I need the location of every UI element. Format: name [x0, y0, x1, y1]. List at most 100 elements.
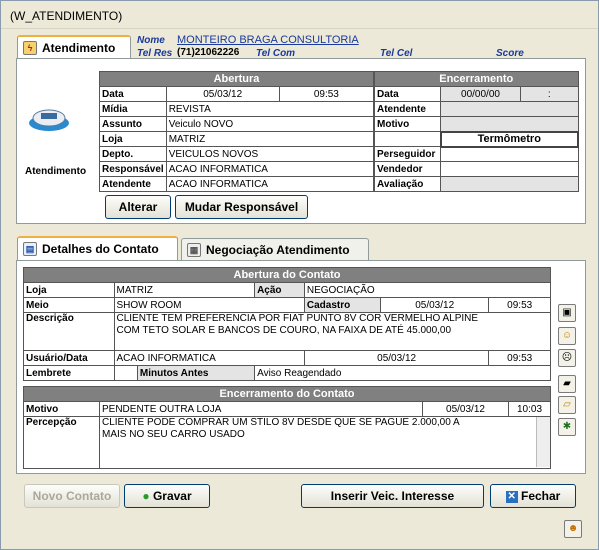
car-icon[interactable]: ▰ [558, 375, 576, 393]
gravar-button[interactable]: ● Gravar [124, 484, 210, 508]
contato-loja-value[interactable]: MATRIZ [113, 282, 256, 298]
cadastro-label: Cadastro [303, 297, 382, 313]
midia-label: Mídia [99, 101, 167, 117]
telres-value: (71)21062226 [177, 47, 240, 58]
atendimento-label: Atendimento [25, 166, 87, 177]
tab-atendimento-label: Atendimento [42, 41, 116, 55]
data-label: Data [99, 86, 167, 102]
responsavel-value[interactable]: ACAO INFORMATICA [165, 161, 375, 177]
percepcao-line-2: MAIS NO SEU CARRO USADO [102, 429, 245, 440]
meio-value[interactable]: SHOW ROOM [113, 297, 305, 313]
tab-negociacao-label: Negociação Atendimento [206, 243, 350, 257]
atendente-value[interactable]: ACAO INFORMATICA [165, 176, 375, 192]
abertura-hora[interactable]: 09:53 [278, 86, 375, 102]
lembrete-checkbox[interactable] [113, 365, 138, 381]
motivo-label: Motivo [23, 401, 100, 417]
perseguidor-label: Perseguidor [374, 146, 441, 162]
perseguidor-value[interactable] [440, 146, 579, 162]
motivo-value[interactable]: PENDENTE OUTRA LOJA [99, 401, 423, 417]
atendente-label: Atendente [99, 176, 167, 192]
enc-motivo-label: Motivo [374, 116, 441, 132]
vendedor-label: Vendedor [374, 161, 441, 177]
usuario-value[interactable]: ACAO INFORMATICA [113, 350, 305, 366]
enc-data-label: Data [374, 86, 441, 102]
smiley-icon[interactable]: ☺ [558, 327, 576, 345]
save-icon: ● [142, 489, 153, 503]
lightning-icon: ϟ [23, 41, 37, 55]
encerramento-contato-table: Encerramento do Contato Motivo PENDENTE O… [23, 386, 551, 469]
folder-icon[interactable]: ▣ [558, 304, 576, 322]
percepcao-textarea[interactable]: CLIENTE PODE COMPRAR UM STILO 8V DESDE Q… [99, 416, 551, 469]
motivo-data[interactable]: 05/03/12 [422, 401, 509, 417]
contato-loja-label: Loja [23, 282, 115, 298]
abertura-header: Abertura [99, 71, 374, 87]
avaliacao-value[interactable] [440, 176, 579, 192]
cadastro-hora[interactable]: 09:53 [488, 297, 551, 313]
tab-negociacao[interactable]: ▦ Negociação Atendimento [181, 238, 369, 260]
mudar-responsavel-button[interactable]: Mudar Responsável [175, 195, 308, 219]
encerramento-header: Encerramento [374, 71, 579, 87]
enc-data[interactable]: 00/00/00 [440, 86, 521, 102]
loja-value[interactable]: MATRIZ [165, 131, 375, 147]
acao-value[interactable]: NEGOCIAÇÃO [303, 282, 552, 298]
title-bar: (W_ATENDIMENTO) [1, 1, 598, 29]
contato-panel: Abertura do Contato Loja MATRIZ Ação NEGOCI… [16, 260, 586, 474]
termometro-header: Termômetro [439, 130, 579, 148]
avaliacao-label: Avaliação [374, 176, 441, 192]
depto-value[interactable]: VEICULOS NOVOS [165, 146, 375, 162]
enc-atendente-value[interactable] [440, 101, 579, 117]
phone-icon [27, 103, 71, 133]
lembrete-label: Lembrete [23, 365, 115, 381]
responsavel-label: Responsável [99, 161, 167, 177]
customer-name-link[interactable]: MONTEIRO BRAGA CONSULTORIA [177, 34, 359, 46]
fechar-button[interactable]: ✕ Fechar [490, 484, 576, 508]
novo-contato-button[interactable]: Novo Contato [24, 484, 120, 508]
usuario-hora[interactable]: 09:53 [488, 350, 551, 366]
abertura-table: Abertura Data 05/03/12 09:53 Mídia REVISTA … [99, 71, 375, 192]
usuario-label: Usuário/Data [23, 350, 115, 366]
meio-label: Meio [23, 297, 115, 313]
abertura-contato-table: Abertura do Contato Loja MATRIZ Ação NEGOCI… [23, 267, 552, 381]
minutos-value[interactable]: Aviso Reagendado [254, 365, 551, 381]
encerramento-table: Encerramento Data 00/00/00: Atendente Mot… [374, 71, 579, 192]
descricao-textarea[interactable]: CLIENTE TEM PREFERENCIA POR FIAT PUNTO 8… [113, 312, 551, 351]
encerramento-contato-header: Encerramento do Contato [23, 386, 551, 402]
inserir-veic-button[interactable]: Inserir Veic. Interesse [301, 484, 484, 508]
usuario-data[interactable]: 05/03/12 [303, 350, 490, 366]
fechar-label: Fechar [520, 489, 561, 503]
nome-label: Nome [137, 35, 165, 46]
calculator-icon: ▦ [187, 243, 201, 257]
sad-face-icon[interactable]: ☹ [558, 349, 576, 367]
assunto-value[interactable]: Veiculo NOVO [165, 116, 375, 132]
abertura-data[interactable]: 05/03/12 [165, 86, 280, 102]
close-icon: ✕ [505, 490, 518, 503]
midia-value[interactable]: REVISTA [165, 101, 375, 117]
descricao-label: Descrição [23, 312, 115, 351]
descricao-line-1: CLIENTE TEM PREFERENCIA POR FIAT PUNTO 8… [116, 313, 479, 325]
bug-icon[interactable]: ✱ [558, 418, 576, 436]
descricao-line-2: COM TETO SOLAR E BANCOS DE COURO, NA FAI… [116, 325, 452, 336]
vendedor-value[interactable] [440, 161, 579, 177]
window-title: (W_ATENDIMENTO) [10, 9, 123, 23]
motivo-hora[interactable]: 10:03 [508, 401, 551, 417]
open-folder-icon[interactable]: ▱ [558, 396, 576, 414]
scrollbar[interactable] [536, 417, 550, 467]
acao-label: Ação [254, 282, 305, 298]
assunto-label: Assunto [99, 116, 167, 132]
alterar-button[interactable]: Alterar [105, 195, 171, 219]
user-icon[interactable]: ☻ [564, 520, 582, 538]
enc-motivo-value[interactable] [440, 116, 579, 132]
depto-label: Depto. [99, 146, 167, 162]
enc-hora[interactable]: : [520, 86, 579, 102]
percepcao-line-1: CLIENTE PODE COMPRAR UM STILO 8V DESDE Q… [102, 417, 460, 429]
cadastro-data[interactable]: 05/03/12 [379, 297, 490, 313]
loja-label: Loja [99, 131, 167, 147]
percepcao-label: Percepção [23, 416, 100, 469]
window: (W_ATENDIMENTO) ϟ Atendimento Nome MONTEI… [0, 0, 599, 550]
tab-detalhes-label: Detalhes do Contato [42, 242, 159, 256]
tab-atendimento[interactable]: ϟ Atendimento [17, 35, 131, 59]
abertura-contato-header: Abertura do Contato [23, 267, 551, 283]
tab-detalhes-contato[interactable]: ▤ Detalhes do Contato [17, 236, 178, 261]
document-icon: ▤ [23, 242, 37, 256]
minutos-antes-label: Minutos Antes [136, 365, 256, 381]
